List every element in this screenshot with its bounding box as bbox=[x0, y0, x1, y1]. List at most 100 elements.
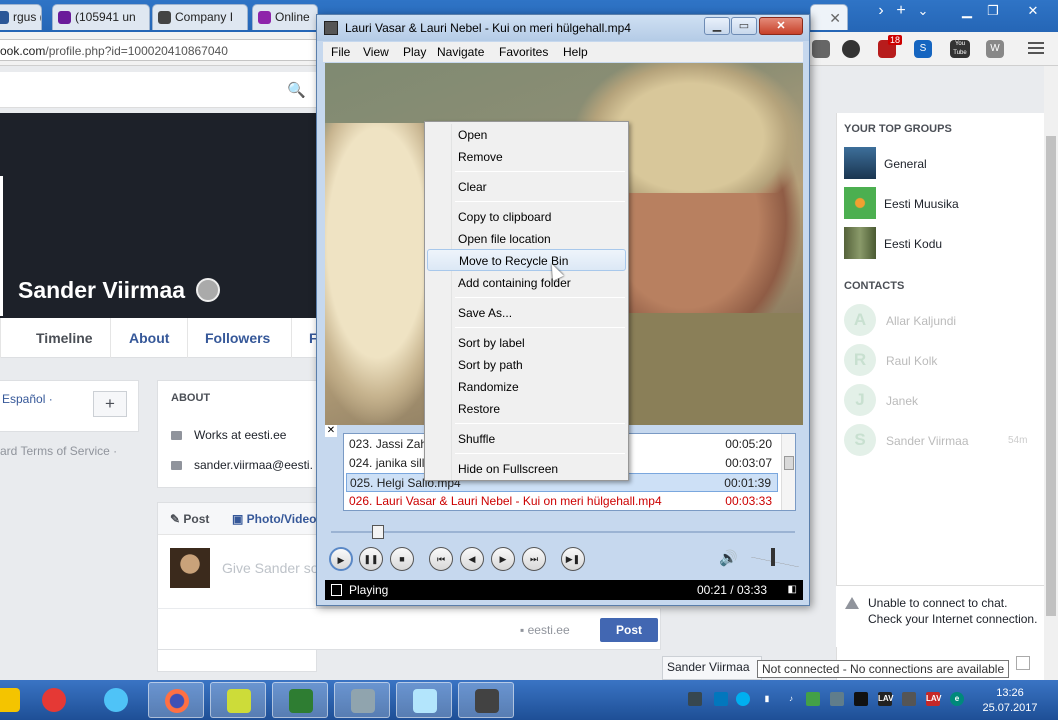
browser-tab-active[interactable]: ✕ bbox=[810, 4, 848, 30]
stop-button[interactable]: ■ bbox=[390, 547, 414, 571]
step-forward-button[interactable]: ▶ bbox=[491, 547, 515, 571]
close-window-icon[interactable]: ✕ bbox=[1020, 2, 1046, 20]
composer-tab-photo[interactable]: ▣ Photo/Video bbox=[232, 512, 316, 526]
menu-item-recycle[interactable]: Move to Recycle Bin bbox=[427, 249, 626, 271]
play-button[interactable]: ▶ bbox=[329, 547, 353, 571]
bluetooth-icon[interactable] bbox=[714, 692, 728, 706]
taskbar-monitor[interactable] bbox=[272, 682, 328, 718]
tray-icon[interactable] bbox=[902, 692, 916, 706]
playlist-scroll-thumb[interactable] bbox=[784, 456, 794, 470]
taskbar-media-player[interactable] bbox=[458, 682, 514, 718]
menu-item-open-location[interactable]: Open file location bbox=[427, 228, 626, 250]
next-button[interactable]: ⏭ bbox=[522, 547, 546, 571]
taskbar-calculator[interactable] bbox=[334, 682, 390, 718]
extension-icon[interactable] bbox=[842, 40, 860, 58]
group-general[interactable]: General bbox=[884, 157, 927, 171]
contact-avatar[interactable]: R bbox=[844, 344, 876, 376]
menu-item-clear[interactable]: Clear bbox=[427, 176, 626, 198]
taskbar-notepad[interactable] bbox=[210, 682, 266, 718]
work-info[interactable]: Works at eesti.ee bbox=[194, 428, 286, 442]
security-icon[interactable] bbox=[806, 692, 820, 706]
lav-icon[interactable]: LAV bbox=[878, 692, 893, 706]
menu-item-open[interactable]: Open bbox=[427, 124, 626, 146]
menu-item-hide-fullscreen[interactable]: Hide on Fullscreen bbox=[427, 458, 626, 480]
group-thumbnail[interactable] bbox=[844, 147, 876, 179]
minimize-icon[interactable]: ▁ bbox=[954, 2, 980, 20]
contact-name[interactable]: Janek bbox=[886, 394, 918, 408]
scrollbar-thumb[interactable] bbox=[1046, 136, 1056, 616]
menu-item-shuffle[interactable]: Shuffle bbox=[427, 428, 626, 450]
footer-links[interactable]: ard Terms of Service · bbox=[0, 444, 117, 458]
language-link[interactable]: Español · bbox=[2, 392, 53, 406]
menu-item-add-folder[interactable]: Add containing folder bbox=[427, 272, 626, 294]
browser-tab[interactable]: Online bbox=[252, 4, 318, 30]
menu-view[interactable]: View bbox=[363, 45, 389, 59]
privacy-selector[interactable]: ▪ eesti.ee bbox=[520, 623, 570, 637]
menu-item-save-as[interactable]: Save As... bbox=[427, 302, 626, 324]
chat-tab[interactable]: Sander Viirmaa bbox=[662, 656, 762, 680]
chevron-down-icon[interactable]: ⌄ bbox=[910, 2, 936, 20]
playlist-scrollbar[interactable] bbox=[781, 434, 795, 510]
group-thumbnail[interactable] bbox=[844, 227, 876, 259]
tab-followers[interactable]: Followers bbox=[205, 330, 270, 346]
lav-icon[interactable]: LAV bbox=[926, 692, 941, 706]
signal-icon[interactable]: ▮ bbox=[760, 692, 774, 706]
tray-icon[interactable] bbox=[830, 692, 844, 706]
seek-bar[interactable] bbox=[331, 531, 795, 533]
e-icon[interactable]: e bbox=[950, 692, 964, 706]
taskbar-firefox[interactable] bbox=[148, 682, 204, 718]
compose-icon[interactable] bbox=[1016, 656, 1030, 670]
profile-name[interactable]: Sander Viirmaa bbox=[18, 277, 185, 304]
player-title-bar[interactable]: Lauri Vasar & Lauri Nebel - Kui on meri … bbox=[317, 15, 809, 41]
frame-step-button[interactable]: ▶❚ bbox=[561, 547, 585, 571]
menu-item-sort-label[interactable]: Sort by label bbox=[427, 332, 626, 354]
add-language-button[interactable]: + bbox=[93, 391, 127, 417]
browser-tab[interactable]: rgus (W bbox=[0, 4, 42, 30]
menu-icon[interactable] bbox=[1028, 42, 1044, 57]
tray-icon[interactable] bbox=[688, 692, 702, 706]
menu-file[interactable]: File bbox=[331, 45, 350, 59]
page-scrollbar[interactable] bbox=[1044, 66, 1058, 680]
close-icon[interactable]: ✕ bbox=[829, 10, 841, 27]
w-extension-icon[interactable]: W bbox=[986, 40, 1004, 58]
taskbar-app[interactable] bbox=[88, 682, 144, 718]
group-thumbnail[interactable] bbox=[844, 187, 876, 219]
step-back-button[interactable]: ◀ bbox=[460, 547, 484, 571]
volume-icon[interactable]: 🔊 bbox=[719, 549, 739, 569]
skype-icon[interactable] bbox=[736, 692, 750, 706]
playlist-close-icon[interactable]: ✕ bbox=[325, 425, 337, 437]
menu-item-sort-path[interactable]: Sort by path bbox=[427, 354, 626, 376]
menu-navigate[interactable]: Navigate bbox=[437, 45, 484, 59]
pause-button[interactable]: ❚❚ bbox=[359, 547, 383, 571]
taskbar-app-a[interactable] bbox=[26, 682, 82, 718]
contact-name[interactable]: Raul Kolk bbox=[886, 354, 937, 368]
youtube-icon[interactable]: You Tube bbox=[950, 40, 970, 58]
previous-button[interactable]: ⏮ bbox=[429, 547, 453, 571]
menu-favorites[interactable]: Favorites bbox=[499, 45, 548, 59]
menu-play[interactable]: Play bbox=[403, 45, 426, 59]
group-eesti-muusika[interactable]: Eesti Muusika bbox=[884, 197, 959, 211]
menu-item-restore[interactable]: Restore bbox=[427, 398, 626, 420]
contact-avatar[interactable]: S bbox=[844, 424, 876, 456]
close-button[interactable]: ✕ bbox=[759, 17, 803, 35]
menu-item-copy[interactable]: Copy to clipboard bbox=[427, 206, 626, 228]
tab-about[interactable]: About bbox=[129, 330, 169, 346]
url-field[interactable]: ook.com/profile.php?id=100020410867040 bbox=[0, 39, 320, 61]
volume-tray-icon[interactable]: ♪ bbox=[784, 692, 798, 706]
playlist-item-current[interactable]: 026. Lauri Vasar & Lauri Nebel - Kui on … bbox=[346, 492, 778, 510]
volume-slider[interactable] bbox=[751, 557, 799, 567]
clock[interactable]: 13:26 25.07.2017 bbox=[980, 686, 1040, 716]
composer-input[interactable]: Give Sander so bbox=[222, 560, 319, 576]
menu-item-remove[interactable]: Remove bbox=[427, 146, 626, 168]
post-button[interactable]: Post bbox=[600, 618, 658, 642]
menu-item-randomize[interactable]: Randomize bbox=[427, 376, 626, 398]
shield-extension-icon[interactable] bbox=[812, 40, 830, 58]
search-icon[interactable]: 🔍 bbox=[287, 81, 306, 99]
minimize-button[interactable]: ▁ bbox=[704, 17, 730, 35]
contact-avatar[interactable]: J bbox=[844, 384, 876, 416]
display-icon[interactable] bbox=[854, 692, 868, 706]
taskbar-notes[interactable] bbox=[396, 682, 452, 718]
seek-handle[interactable] bbox=[372, 525, 384, 539]
contact-name[interactable]: Allar Kaljundi bbox=[886, 314, 956, 328]
group-eesti-kodu[interactable]: Eesti Kodu bbox=[884, 237, 942, 251]
